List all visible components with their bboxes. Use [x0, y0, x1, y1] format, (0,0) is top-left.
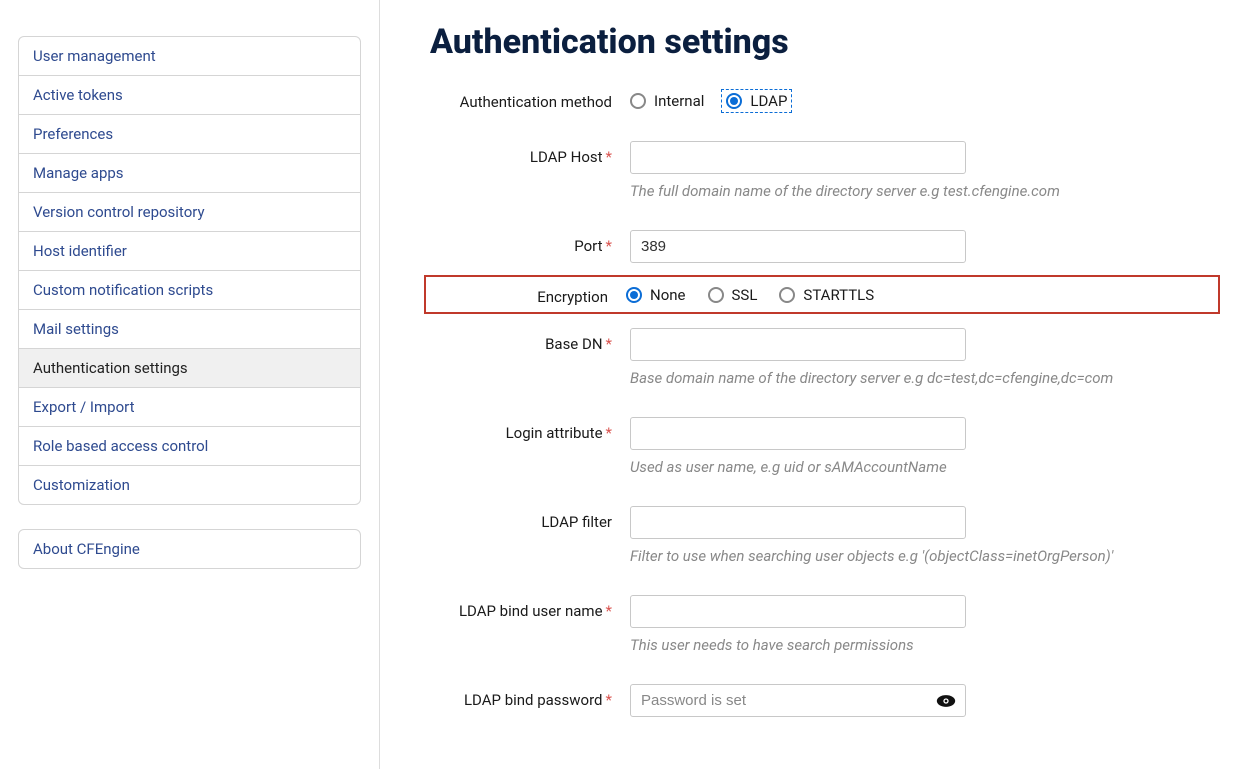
row-login-attr: Login attribute* Used as user name, e.g …: [430, 417, 1220, 476]
main-content: Authentication settings Authentication m…: [380, 0, 1248, 769]
label-base-dn: Base DN*: [430, 328, 630, 353]
nav-mail-settings[interactable]: Mail settings: [19, 310, 360, 349]
radio-label: STARTTLS: [803, 286, 874, 304]
auth-method-radio-group: Internal LDAP: [630, 86, 1190, 110]
hint-base-dn: Base domain name of the directory server…: [630, 369, 1190, 387]
login-attr-input[interactable]: [630, 417, 966, 450]
required-marker: *: [606, 424, 612, 442]
nav-authentication-settings[interactable]: Authentication settings: [19, 349, 360, 388]
required-marker: *: [606, 237, 612, 255]
radio-label: Internal: [654, 92, 704, 110]
bind-password-input[interactable]: [630, 684, 966, 717]
label-bind-user: LDAP bind user name*: [430, 595, 630, 620]
required-marker: *: [606, 602, 612, 620]
sidebar: User management Active tokens Preference…: [0, 0, 380, 769]
required-marker: *: [606, 335, 612, 353]
nav-active-tokens[interactable]: Active tokens: [19, 76, 360, 115]
ldap-filter-input[interactable]: [630, 506, 966, 539]
label-encryption: Encryption: [432, 281, 626, 306]
encryption-none[interactable]: None: [626, 286, 686, 304]
nav-rbac[interactable]: Role based access control: [19, 427, 360, 466]
about-nav: About CFEngine: [18, 529, 361, 569]
port-input[interactable]: [630, 230, 966, 263]
hint-login-attr: Used as user name, e.g uid or sAMAccount…: [630, 458, 1190, 476]
radio-icon: [626, 287, 642, 303]
page-title: Authentication settings: [430, 22, 1220, 62]
nav-export-import[interactable]: Export / Import: [19, 388, 360, 427]
radio-label: None: [650, 286, 686, 304]
nav-user-management[interactable]: User management: [19, 37, 360, 76]
row-base-dn: Base DN* Base domain name of the directo…: [430, 328, 1220, 387]
eye-icon[interactable]: [936, 694, 956, 708]
radio-label: SSL: [732, 286, 758, 304]
encryption-ssl[interactable]: SSL: [708, 286, 758, 304]
radio-icon: [708, 287, 724, 303]
row-ldap-host: LDAP Host* The full domain name of the d…: [430, 141, 1220, 200]
encryption-starttls[interactable]: STARTTLS: [779, 286, 874, 304]
label-bind-password: LDAP bind password*: [430, 684, 630, 709]
nav-custom-notification[interactable]: Custom notification scripts: [19, 271, 360, 310]
radio-label: LDAP: [750, 92, 787, 110]
hint-ldap-filter: Filter to use when searching user object…: [630, 547, 1190, 565]
nav-host-identifier[interactable]: Host identifier: [19, 232, 360, 271]
row-bind-password: LDAP bind password*: [430, 684, 1220, 717]
radio-icon: [630, 93, 646, 109]
radio-icon: [779, 287, 795, 303]
label-ldap-host: LDAP Host*: [430, 141, 630, 166]
settings-nav: User management Active tokens Preference…: [18, 36, 361, 505]
base-dn-input[interactable]: [630, 328, 966, 361]
row-port: Port*: [430, 230, 1220, 263]
label-ldap-filter: LDAP filter: [430, 506, 630, 531]
nav-version-control[interactable]: Version control repository: [19, 193, 360, 232]
bind-user-input[interactable]: [630, 595, 966, 628]
nav-preferences[interactable]: Preferences: [19, 115, 360, 154]
nav-manage-apps[interactable]: Manage apps: [19, 154, 360, 193]
auth-method-ldap[interactable]: LDAP: [724, 92, 789, 110]
nav-about-cfengine[interactable]: About CFEngine: [19, 530, 360, 568]
radio-icon: [726, 93, 742, 109]
label-auth-method: Authentication method: [430, 86, 630, 111]
row-ldap-filter: LDAP filter Filter to use when searching…: [430, 506, 1220, 565]
row-bind-user: LDAP bind user name* This user needs to …: [430, 595, 1220, 654]
hint-ldap-host: The full domain name of the directory se…: [630, 182, 1190, 200]
ldap-host-input[interactable]: [630, 141, 966, 174]
required-marker: *: [606, 148, 612, 166]
row-auth-method: Authentication method Internal LDAP: [430, 86, 1220, 111]
hint-bind-user: This user needs to have search permissio…: [630, 636, 1190, 654]
row-encryption-highlight: Encryption None SSL STARTTLS: [424, 275, 1220, 314]
label-login-attr: Login attribute*: [430, 417, 630, 442]
nav-customization[interactable]: Customization: [19, 466, 360, 504]
encryption-radio-group: None SSL STARTTLS: [626, 284, 1186, 304]
label-port: Port*: [430, 230, 630, 255]
required-marker: *: [606, 691, 612, 709]
auth-method-internal[interactable]: Internal: [630, 92, 704, 110]
